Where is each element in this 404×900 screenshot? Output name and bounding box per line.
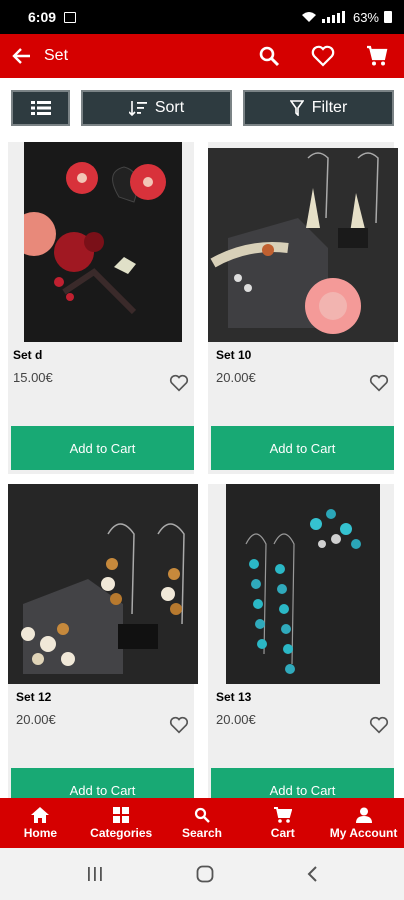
battery-percent: 63% [352,9,379,25]
nav-cart[interactable]: Cart [242,798,323,848]
filter-icon [289,100,304,116]
categories-icon [113,806,130,823]
arrow-left-icon [12,48,30,64]
product-image[interactable] [24,142,182,342]
status-time: 6:09 [28,9,57,25]
page-title: Set [44,47,69,64]
nav-search[interactable]: Search [162,798,243,848]
product-image[interactable] [8,484,198,684]
product-grid: Set d 15.00€ Add to Cart Set 10 20.00€ A… [0,140,404,798]
product-card[interactable]: Set 10 20.00€ Add to Cart [208,142,398,474]
add-to-cart-button[interactable]: Add to Cart [11,768,194,798]
gallery-notification-icon [64,11,77,23]
signal-icon [321,11,345,23]
heart-icon[interactable] [168,372,190,394]
product-card[interactable]: Set 13 20.00€ Add to Cart [208,484,394,798]
nav-my-account[interactable]: My Account [323,798,404,848]
cart-icon [367,45,388,66]
nav-categories[interactable]: Categories [81,798,162,848]
home-button-icon[interactable] [196,865,214,883]
search-button[interactable] [242,34,296,78]
add-to-cart-button[interactable]: Add to Cart [11,426,194,470]
cart-button[interactable] [350,34,404,78]
nav-categories-label: Categories [90,825,153,840]
filter-label: Filter [311,99,348,116]
status-bar: 6:09 63% [0,0,404,34]
nav-cart-label: Cart [270,825,295,840]
product-image[interactable] [208,148,398,342]
product-image[interactable] [226,484,380,684]
product-name[interactable]: Set 12 [16,690,51,704]
add-to-cart-button[interactable]: Add to Cart [211,768,394,798]
view-toggle-button[interactable] [11,90,70,126]
product-price: 20.00€ [16,712,56,727]
heart-icon[interactable] [168,714,190,736]
bottom-navigation: Home Categories Search Cart My Account [0,798,404,848]
status-right: 63% [301,10,392,25]
battery-icon [384,11,392,23]
sort-button[interactable]: Sort [81,90,232,126]
nav-home-label: Home [23,825,58,840]
cart-icon [273,806,292,823]
product-name[interactable]: Set 13 [216,690,251,704]
product-card[interactable]: Set 12 20.00€ Add to Cart [8,484,198,798]
product-photo [24,142,182,342]
filter-button[interactable]: Filter [243,90,394,126]
product-photo [226,484,380,684]
search-icon [194,807,210,823]
wifi-icon [301,12,316,22]
product-photo [208,148,398,342]
nav-home[interactable]: Home [0,798,81,848]
app-bar: Set [0,34,404,78]
nav-my-account-label: My Account [329,825,398,840]
back-button[interactable] [0,34,44,78]
sort-label: Sort [154,99,185,116]
system-navigation-bar [0,848,404,900]
heart-icon[interactable] [368,372,390,394]
home-icon [31,806,50,823]
heart-icon [311,45,335,67]
heart-icon[interactable] [368,714,390,736]
product-price: 20.00€ [216,370,256,385]
list-toolbar: Sort Filter [0,78,404,140]
product-price: 20.00€ [216,712,256,727]
account-icon [355,807,372,823]
app-bar-actions [242,34,404,78]
product-card[interactable]: Set d 15.00€ Add to Cart [8,142,194,474]
list-view-icon [30,101,51,115]
product-name[interactable]: Set 10 [216,348,251,362]
recent-apps-icon[interactable] [86,866,104,882]
product-photo [8,484,198,684]
search-icon [259,46,280,67]
add-to-cart-button[interactable]: Add to Cart [211,426,394,470]
back-icon[interactable] [306,865,318,883]
wishlist-button[interactable] [296,34,350,78]
nav-search-label: Search [181,825,222,840]
product-name[interactable]: Set d [13,348,42,362]
product-price: 15.00€ [13,370,53,385]
sort-icon [128,101,147,116]
